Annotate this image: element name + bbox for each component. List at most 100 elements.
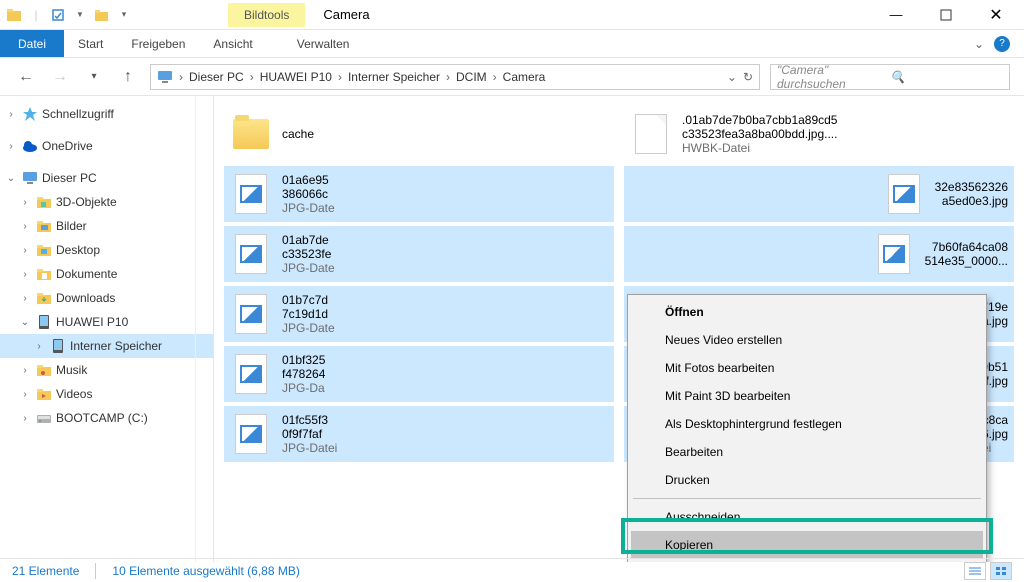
breadcrumb[interactable]: › Dieser PC › HUAWEI P10 › Interner Spei…: [150, 64, 760, 90]
forward-button[interactable]: →: [48, 65, 72, 89]
phone-icon: [50, 338, 66, 354]
tree-item-schnellzugriff[interactable]: ›Schnellzugriff: [0, 102, 213, 126]
ctx-mit-paint-3d-bearbeiten[interactable]: Mit Paint 3D bearbeiten: [631, 382, 983, 410]
file-name: 386066c: [282, 187, 335, 201]
tree-item-videos[interactable]: › Videos: [0, 382, 213, 406]
crumb-pc[interactable]: Dieser PC: [189, 70, 244, 84]
crumb-dcim[interactable]: DCIM: [456, 70, 487, 84]
chevron-right-icon[interactable]: ›: [179, 70, 183, 84]
ribbon-collapse-icon[interactable]: ⌄: [974, 37, 984, 51]
view-icons-button[interactable]: [990, 562, 1012, 580]
properties-icon[interactable]: [50, 7, 66, 23]
refresh-icon[interactable]: ↻: [743, 70, 753, 84]
chevron-icon[interactable]: ›: [18, 365, 32, 376]
tab-verwalten[interactable]: Verwalten: [283, 37, 364, 51]
tree-item-bootcamp-c-[interactable]: ›BOOTCAMP (C:): [0, 406, 213, 430]
chevron-icon[interactable]: ›: [18, 197, 32, 208]
chevron-icon[interactable]: ⌄: [4, 173, 18, 184]
file-item[interactable]: 01fc55f30f9f7fafJPG-Datei: [224, 406, 614, 462]
ctx-neues-video-erstellen[interactable]: Neues Video erstellen: [631, 326, 983, 354]
chevron-icon[interactable]: ⌄: [18, 317, 32, 328]
ctx-kopieren[interactable]: Kopieren: [631, 531, 983, 559]
tree-item-onedrive[interactable]: ›OneDrive: [0, 134, 213, 158]
tree-item-dokumente[interactable]: › Dokumente: [0, 262, 213, 286]
close-button[interactable]: ✕: [986, 5, 1006, 25]
tree-item-bilder[interactable]: › Bilder: [0, 214, 213, 238]
new-folder-icon[interactable]: [94, 7, 110, 23]
chevron-icon[interactable]: ›: [18, 389, 32, 400]
ctx-bearbeiten[interactable]: Bearbeiten: [631, 438, 983, 466]
status-selection: 10 Elemente ausgewählt (6,88 MB): [112, 564, 299, 578]
tab-start[interactable]: Start: [64, 37, 117, 51]
file-item[interactable]: 01bf325f478264JPG-Da: [224, 346, 614, 402]
file-item[interactable]: 32e83562326a5ed0e3.jpg: [624, 166, 1014, 222]
chevron-down-icon[interactable]: ⌄: [727, 70, 737, 84]
search-icon[interactable]: 🔍: [890, 70, 1003, 84]
tree-label: Musik: [56, 363, 87, 377]
ctx--ffnen[interactable]: Öffnen: [631, 298, 983, 326]
tree-label: Dokumente: [56, 267, 117, 281]
image-icon: [230, 232, 272, 276]
tab-freigeben[interactable]: Freigeben: [117, 37, 199, 51]
ctx-mit-fotos-bearbeiten[interactable]: Mit Fotos bearbeiten: [631, 354, 983, 382]
chevron-icon[interactable]: ›: [32, 341, 46, 352]
tree-item-huawei-p10[interactable]: ⌄HUAWEI P10: [0, 310, 213, 334]
chevron-icon[interactable]: ›: [4, 109, 18, 120]
divider: |: [28, 7, 44, 23]
ctx-drucken[interactable]: Drucken: [631, 466, 983, 494]
search-input[interactable]: "Camera" durchsuchen 🔍: [770, 64, 1010, 90]
tree-item-dieser-pc[interactable]: ⌄Dieser PC: [0, 166, 213, 190]
chevron-icon[interactable]: ›: [4, 141, 18, 152]
tree-item-musik[interactable]: › Musik: [0, 358, 213, 382]
tree-item-interner-speicher[interactable]: ›Interner Speicher: [0, 334, 213, 358]
status-count: 21 Elemente: [12, 564, 79, 578]
file-item[interactable]: .01ab7de7b0ba7cbb1a89cd5c33523fea3a8ba00…: [624, 106, 1014, 162]
chevron-icon[interactable]: ›: [18, 293, 32, 304]
chevron-right-icon[interactable]: ›: [493, 70, 497, 84]
tree-item-downloads[interactable]: ›Downloads: [0, 286, 213, 310]
navigation-tree: ›Schnellzugriff ›OneDrive ⌄Dieser PC›3D-Ob…: [0, 96, 214, 562]
chevron-right-icon[interactable]: ›: [338, 70, 342, 84]
file-item[interactable]: 7b60fa64ca08514e35_0000...: [624, 226, 1014, 282]
file-name: 514e35_0000...: [925, 254, 1008, 268]
chevron-right-icon[interactable]: ›: [446, 70, 450, 84]
tree-item-desktop[interactable]: ›Desktop: [0, 238, 213, 262]
back-button[interactable]: ←: [14, 65, 38, 89]
crumb-camera[interactable]: Camera: [503, 70, 546, 84]
history-dropdown-icon[interactable]: ▾: [82, 65, 106, 89]
contextual-tab-bildtools[interactable]: Bildtools: [228, 3, 305, 27]
pc-icon: [22, 170, 38, 186]
crumb-storage[interactable]: Interner Speicher: [348, 70, 440, 84]
minimize-button[interactable]: —: [886, 5, 906, 25]
chevron-icon[interactable]: ›: [18, 269, 32, 280]
file-name: 01b7c7d: [282, 293, 335, 307]
file-menu[interactable]: Datei: [0, 30, 64, 57]
up-button[interactable]: ↑: [116, 65, 140, 89]
image-icon: [883, 172, 925, 216]
file-type: JPG-Datei: [282, 441, 337, 455]
ctx-als-desktophintergrund-festlegen[interactable]: Als Desktophintergrund festlegen: [631, 410, 983, 438]
tree-item-3d-objekte[interactable]: ›3D-Objekte: [0, 190, 213, 214]
chevron-down-icon[interactable]: ▼: [72, 7, 88, 23]
tab-ansicht[interactable]: Ansicht: [199, 37, 266, 51]
chevron-right-icon[interactable]: ›: [250, 70, 254, 84]
file-item[interactable]: 01a6e95386066cJPG-Date: [224, 166, 614, 222]
chevron-icon[interactable]: ›: [18, 413, 32, 424]
folderdoc-icon: [36, 266, 52, 282]
file-item[interactable]: cache: [224, 106, 614, 162]
maximize-button[interactable]: [936, 5, 956, 25]
file-item[interactable]: 01b7c7d7c19d1dJPG-Date: [224, 286, 614, 342]
chevron-icon[interactable]: ›: [18, 221, 32, 232]
file-name: 32e83562326: [935, 180, 1008, 194]
help-icon[interactable]: ?: [994, 36, 1010, 52]
view-details-button[interactable]: [964, 562, 986, 580]
folderimg-icon: [36, 218, 52, 234]
tree-label: Bilder: [56, 219, 87, 233]
file-item[interactable]: 01ab7dec33523feJPG-Date: [224, 226, 614, 282]
ctx-ausschneiden[interactable]: Ausschneiden: [631, 503, 983, 531]
image-icon: [873, 232, 915, 276]
qat-dropdown-icon[interactable]: ▾: [116, 7, 132, 23]
crumb-device[interactable]: HUAWEI P10: [260, 70, 332, 84]
chevron-icon[interactable]: ›: [18, 245, 32, 256]
tree-label: Videos: [56, 387, 92, 401]
